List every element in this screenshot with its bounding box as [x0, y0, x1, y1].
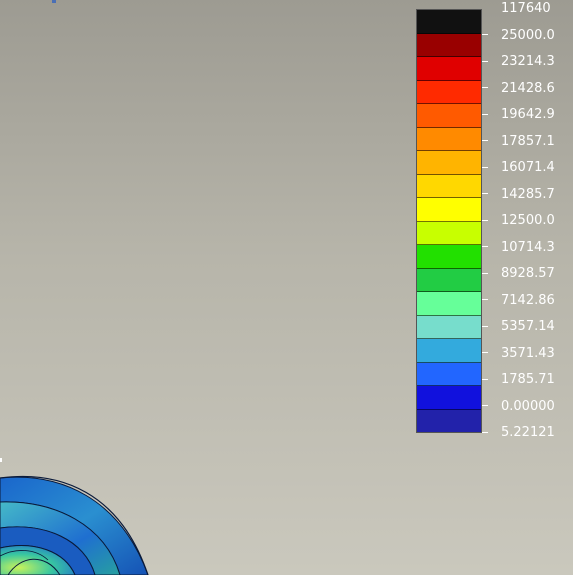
legend-swatch	[417, 221, 481, 245]
legend-tick	[482, 405, 488, 406]
legend-tick	[482, 140, 488, 141]
legend-label: 16071.4	[501, 160, 555, 175]
legend-swatch	[417, 362, 481, 386]
legend-swatch	[417, 315, 481, 339]
legend-label: 17857.1	[501, 133, 555, 149]
legend-swatch	[417, 386, 481, 410]
legend-swatch	[417, 80, 481, 104]
legend-tick	[482, 34, 488, 35]
legend-tick	[482, 60, 488, 62]
legend-label: 0.00000	[501, 398, 555, 414]
legend-swatch	[417, 10, 481, 34]
legend-label: 8928.57	[501, 266, 555, 281]
legend-swatch	[417, 245, 481, 269]
legend-tick	[482, 325, 488, 327]
legend-tick	[482, 166, 488, 168]
legend-tick	[482, 193, 488, 194]
legend-tick	[482, 87, 488, 88]
legend-label: 23214.3	[501, 54, 555, 69]
legend-swatch	[417, 127, 481, 151]
legend-label: 19642.9	[501, 107, 555, 122]
legend-tick	[482, 113, 488, 115]
legend-swatch	[417, 174, 481, 198]
legend-label: 3571.43	[501, 345, 555, 361]
legend-swatch	[417, 292, 481, 316]
legend-label: 1785.71	[501, 372, 555, 387]
legend-swatch	[417, 151, 481, 175]
legend-tick	[482, 431, 488, 433]
viewport-3d[interactable]: 117640 25000.0 23214.3 21428.6 19642.9 17857.…	[0, 0, 573, 575]
legend-swatch	[417, 339, 481, 363]
legend-tick	[482, 352, 488, 353]
legend-label: 117640	[501, 1, 551, 16]
legend-label: 7142.86	[501, 292, 555, 308]
legend-swatch	[417, 104, 481, 128]
legend-label: 25000.0	[501, 27, 555, 43]
legend-swatch	[417, 198, 481, 222]
legend-swatch	[417, 57, 481, 81]
legend-swatch	[417, 409, 481, 432]
legend-tick	[482, 299, 488, 300]
legend-tick	[482, 219, 488, 221]
legend-label: 5.22121	[501, 425, 555, 440]
legend-tick	[482, 378, 488, 380]
legend-tick	[482, 246, 488, 247]
legend-label: 12500.0	[501, 213, 555, 228]
legend-label: 14285.7	[501, 186, 555, 202]
color-legend-bar	[416, 9, 482, 433]
legend-tick	[482, 272, 488, 274]
legend-label: 10714.3	[501, 239, 555, 255]
legend-label: 5357.14	[501, 319, 555, 334]
legend-label: 21428.6	[501, 80, 555, 96]
legend-swatch	[417, 33, 481, 57]
legend-swatch	[417, 268, 481, 292]
